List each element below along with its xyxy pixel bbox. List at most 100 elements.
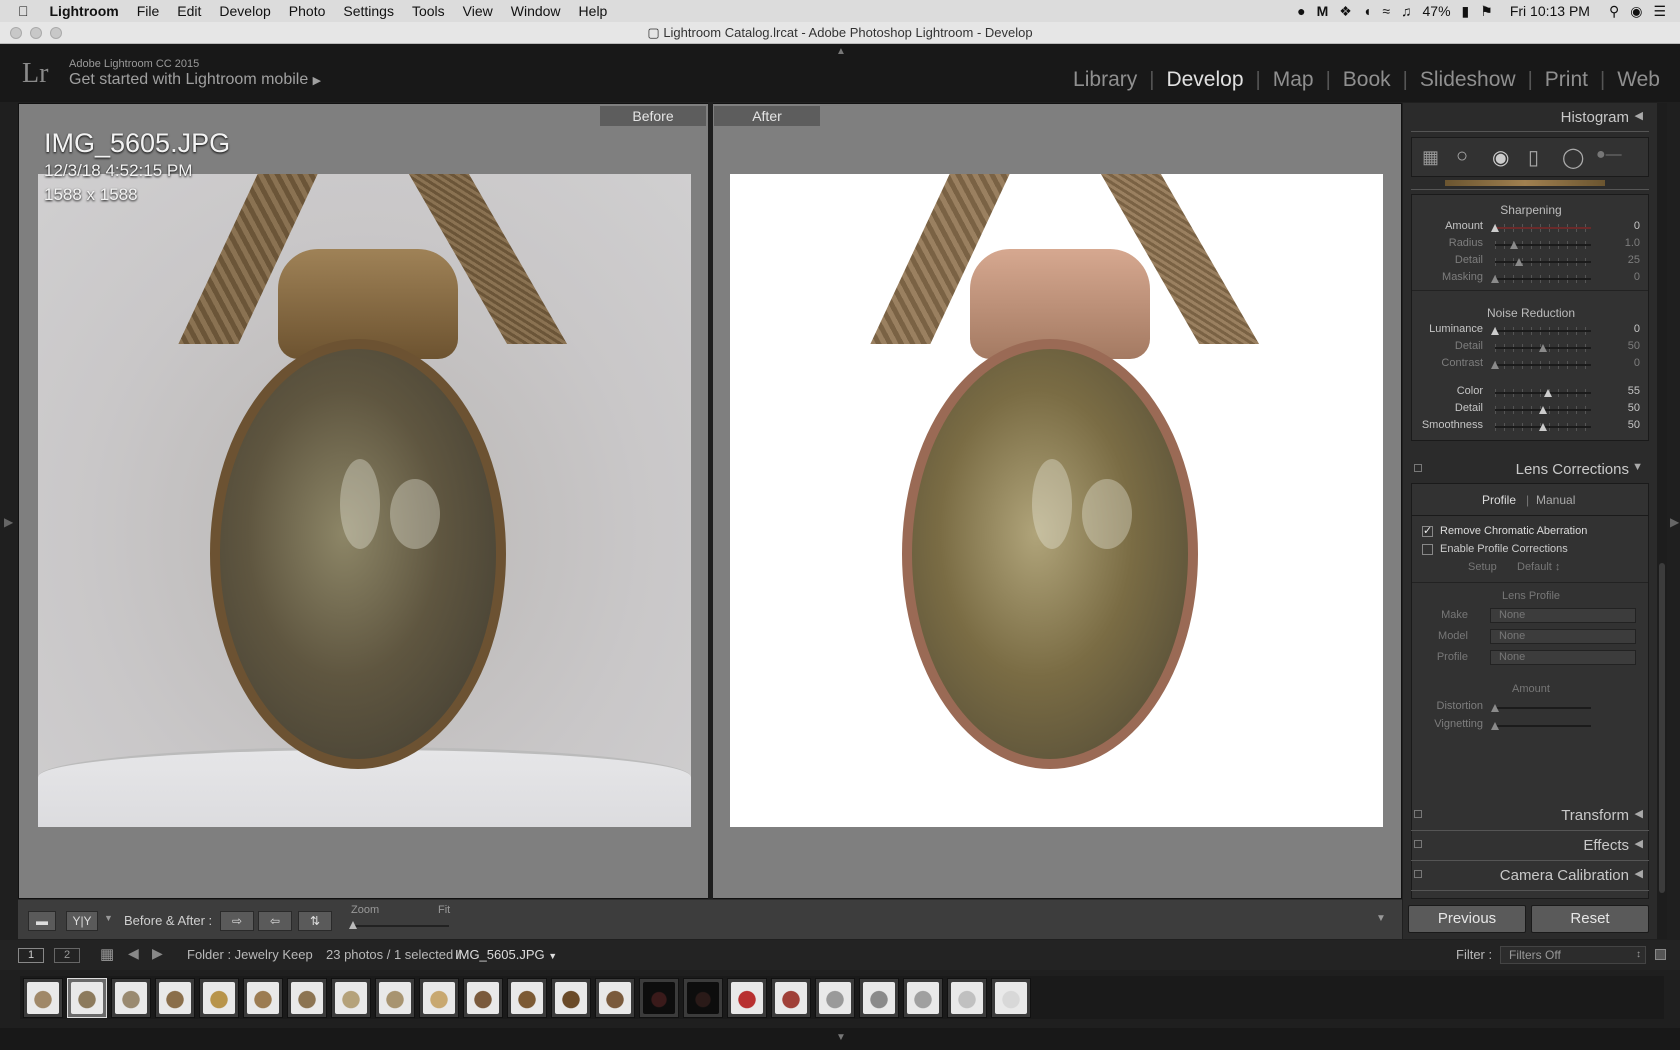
- noise-slider-row[interactable]: Detail 50: [1412, 340, 1650, 357]
- red-eye-icon[interactable]: ◉: [1492, 145, 1509, 170]
- menu-photo[interactable]: Photo: [280, 0, 335, 22]
- module-web[interactable]: Web: [1605, 68, 1672, 92]
- battery-percent[interactable]: 47%: [1423, 3, 1451, 19]
- menu-settings[interactable]: Settings: [334, 0, 403, 22]
- vignetting-slider-row[interactable]: Vignetting: [1412, 718, 1650, 735]
- filmstrip-thumbnail[interactable]: [243, 978, 283, 1018]
- folder-breadcrumb[interactable]: Folder : Jewelry Keep: [187, 947, 313, 962]
- before-after-view-button[interactable]: Y|Y: [66, 911, 98, 931]
- menu-window[interactable]: Window: [502, 0, 570, 22]
- sharpening-slider-value[interactable]: 25: [1628, 254, 1640, 266]
- filmstrip-thumbnail[interactable]: [727, 978, 767, 1018]
- filmstrip-thumbnail[interactable]: [639, 978, 679, 1018]
- menubar-clock[interactable]: Fri 10:13 PM: [1510, 3, 1590, 19]
- noise-slider-thumb[interactable]: [1491, 327, 1499, 335]
- panel-toggle-switch[interactable]: [1414, 464, 1422, 472]
- distortion-slider-row[interactable]: Distortion: [1412, 700, 1650, 717]
- grid-view-icon[interactable]: ▦: [100, 945, 114, 963]
- noise-slider-row[interactable]: Contrast 0: [1412, 357, 1650, 374]
- filmstrip-thumbnail[interactable]: [419, 978, 459, 1018]
- menu-tools[interactable]: Tools: [403, 0, 454, 22]
- enable-profile-checkbox[interactable]: [1422, 544, 1433, 555]
- noise-slider-value[interactable]: 0: [1634, 323, 1640, 335]
- lens-corrections-header[interactable]: Lens Corrections ▼: [1411, 461, 1649, 478]
- panel-toggle-switch[interactable]: [1414, 810, 1422, 818]
- module-map[interactable]: Map: [1261, 68, 1326, 92]
- filmstrip-thumbnail[interactable]: [463, 978, 503, 1018]
- menu-help[interactable]: Help: [570, 0, 617, 22]
- status-circle-icon[interactable]: ●: [1297, 0, 1305, 22]
- module-book[interactable]: Book: [1331, 68, 1403, 92]
- mailplane-icon[interactable]: M: [1317, 0, 1329, 22]
- copy-before-to-after-button[interactable]: ⇨: [220, 911, 254, 931]
- flag-icon[interactable]: ⚑: [1480, 0, 1493, 22]
- zoom-window-button[interactable]: [50, 27, 62, 39]
- filmstrip-thumbnail[interactable]: [67, 978, 107, 1018]
- clock-status-icon[interactable]: ◖: [1363, 0, 1371, 22]
- filmstrip-thumbnail[interactable]: [155, 978, 195, 1018]
- transform-header[interactable]: Transform ◀: [1411, 807, 1649, 824]
- filmstrip-thumbnail[interactable]: [375, 978, 415, 1018]
- sharpening-slider-row[interactable]: Radius 1.0: [1412, 237, 1650, 254]
- tab-manual[interactable]: Manual: [1536, 493, 1575, 507]
- noise-slider-thumb[interactable]: [1539, 406, 1547, 414]
- filmstrip-thumbnail[interactable]: [23, 978, 63, 1018]
- filmstrip-thumbnail[interactable]: [991, 978, 1031, 1018]
- noise-slider-value[interactable]: 50: [1628, 419, 1640, 431]
- effects-header[interactable]: Effects ◀: [1411, 837, 1649, 854]
- main-window-button[interactable]: 1: [18, 948, 44, 963]
- wifi-icon[interactable]: ≈: [1382, 0, 1390, 22]
- forward-arrow-icon[interactable]: ▶: [152, 945, 163, 962]
- filmstrip-thumbnail[interactable]: [199, 978, 239, 1018]
- spotlight-search-icon[interactable]: ⚲: [1609, 0, 1619, 22]
- filmstrip-thumbnail[interactable]: [287, 978, 327, 1018]
- noise-slider-row[interactable]: Detail 50: [1412, 402, 1650, 419]
- noise-slider-thumb[interactable]: [1543, 389, 1552, 397]
- swap-before-after-button[interactable]: ⇅: [298, 911, 332, 931]
- filmstrip-thumbnail[interactable]: [331, 978, 371, 1018]
- panel-toggle-switch[interactable]: [1414, 840, 1422, 848]
- apple-icon[interactable]: : [0, 0, 38, 22]
- sharpening-slider-value[interactable]: 0: [1634, 220, 1640, 232]
- noise-slider-track[interactable]: [1495, 330, 1591, 332]
- noise-slider-row[interactable]: Luminance 0: [1412, 323, 1650, 340]
- noise-slider-value[interactable]: 50: [1628, 402, 1640, 414]
- noise-slider-thumb[interactable]: [1539, 423, 1547, 431]
- vignetting-track[interactable]: [1495, 725, 1591, 727]
- volume-icon[interactable]: ♫: [1401, 0, 1412, 22]
- filmstrip-thumbnail[interactable]: [859, 978, 899, 1018]
- sharpening-slider-value[interactable]: 0: [1634, 271, 1640, 283]
- menu-edit[interactable]: Edit: [168, 0, 210, 22]
- filmstrip-thumbnail[interactable]: [683, 978, 723, 1018]
- previous-button[interactable]: Previous: [1408, 905, 1526, 933]
- crop-overlay-icon[interactable]: ▦: [1422, 147, 1439, 168]
- view-mode-dropdown-icon[interactable]: ▼: [104, 913, 113, 923]
- before-photo[interactable]: [38, 174, 691, 827]
- menu-view[interactable]: View: [454, 0, 502, 22]
- sharpening-slider-thumb[interactable]: [1515, 258, 1523, 266]
- histogram-header[interactable]: Histogram ◀: [1411, 109, 1649, 126]
- camera-calibration-header[interactable]: Camera Calibration ◀: [1411, 867, 1649, 884]
- after-photo[interactable]: [730, 174, 1383, 827]
- panel-toggle-switch[interactable]: [1414, 870, 1422, 878]
- selected-file-dropdown[interactable]: IMG_5605.JPG ▼: [455, 947, 557, 962]
- noise-slider-track[interactable]: [1495, 364, 1591, 366]
- graduated-filter-icon[interactable]: ▯: [1528, 145, 1539, 170]
- module-slideshow[interactable]: Slideshow: [1408, 68, 1528, 92]
- sharpening-slider-track[interactable]: [1495, 278, 1591, 280]
- secondary-window-button[interactable]: 2: [54, 948, 80, 963]
- right-panel-scrollbar[interactable]: [1657, 103, 1667, 939]
- noise-slider-value[interactable]: 55: [1628, 385, 1640, 397]
- filter-dropdown[interactable]: Filters Off ↕: [1500, 946, 1646, 964]
- sharpening-slider-thumb[interactable]: [1491, 224, 1499, 232]
- scrollbar-thumb[interactable]: [1659, 563, 1665, 893]
- siri-icon[interactable]: ◉: [1630, 0, 1642, 22]
- bottom-panel-toggle-icon[interactable]: ▼: [836, 1032, 846, 1043]
- remove-ca-checkbox[interactable]: ✓: [1422, 526, 1433, 537]
- sharpening-slider-thumb[interactable]: [1491, 275, 1499, 283]
- menu-develop[interactable]: Develop: [210, 0, 279, 22]
- vignetting-thumb[interactable]: [1491, 722, 1499, 730]
- minimize-window-button[interactable]: [30, 27, 42, 39]
- noise-slider-thumb[interactable]: [1539, 344, 1547, 352]
- filmstrip-thumbnail[interactable]: [551, 978, 591, 1018]
